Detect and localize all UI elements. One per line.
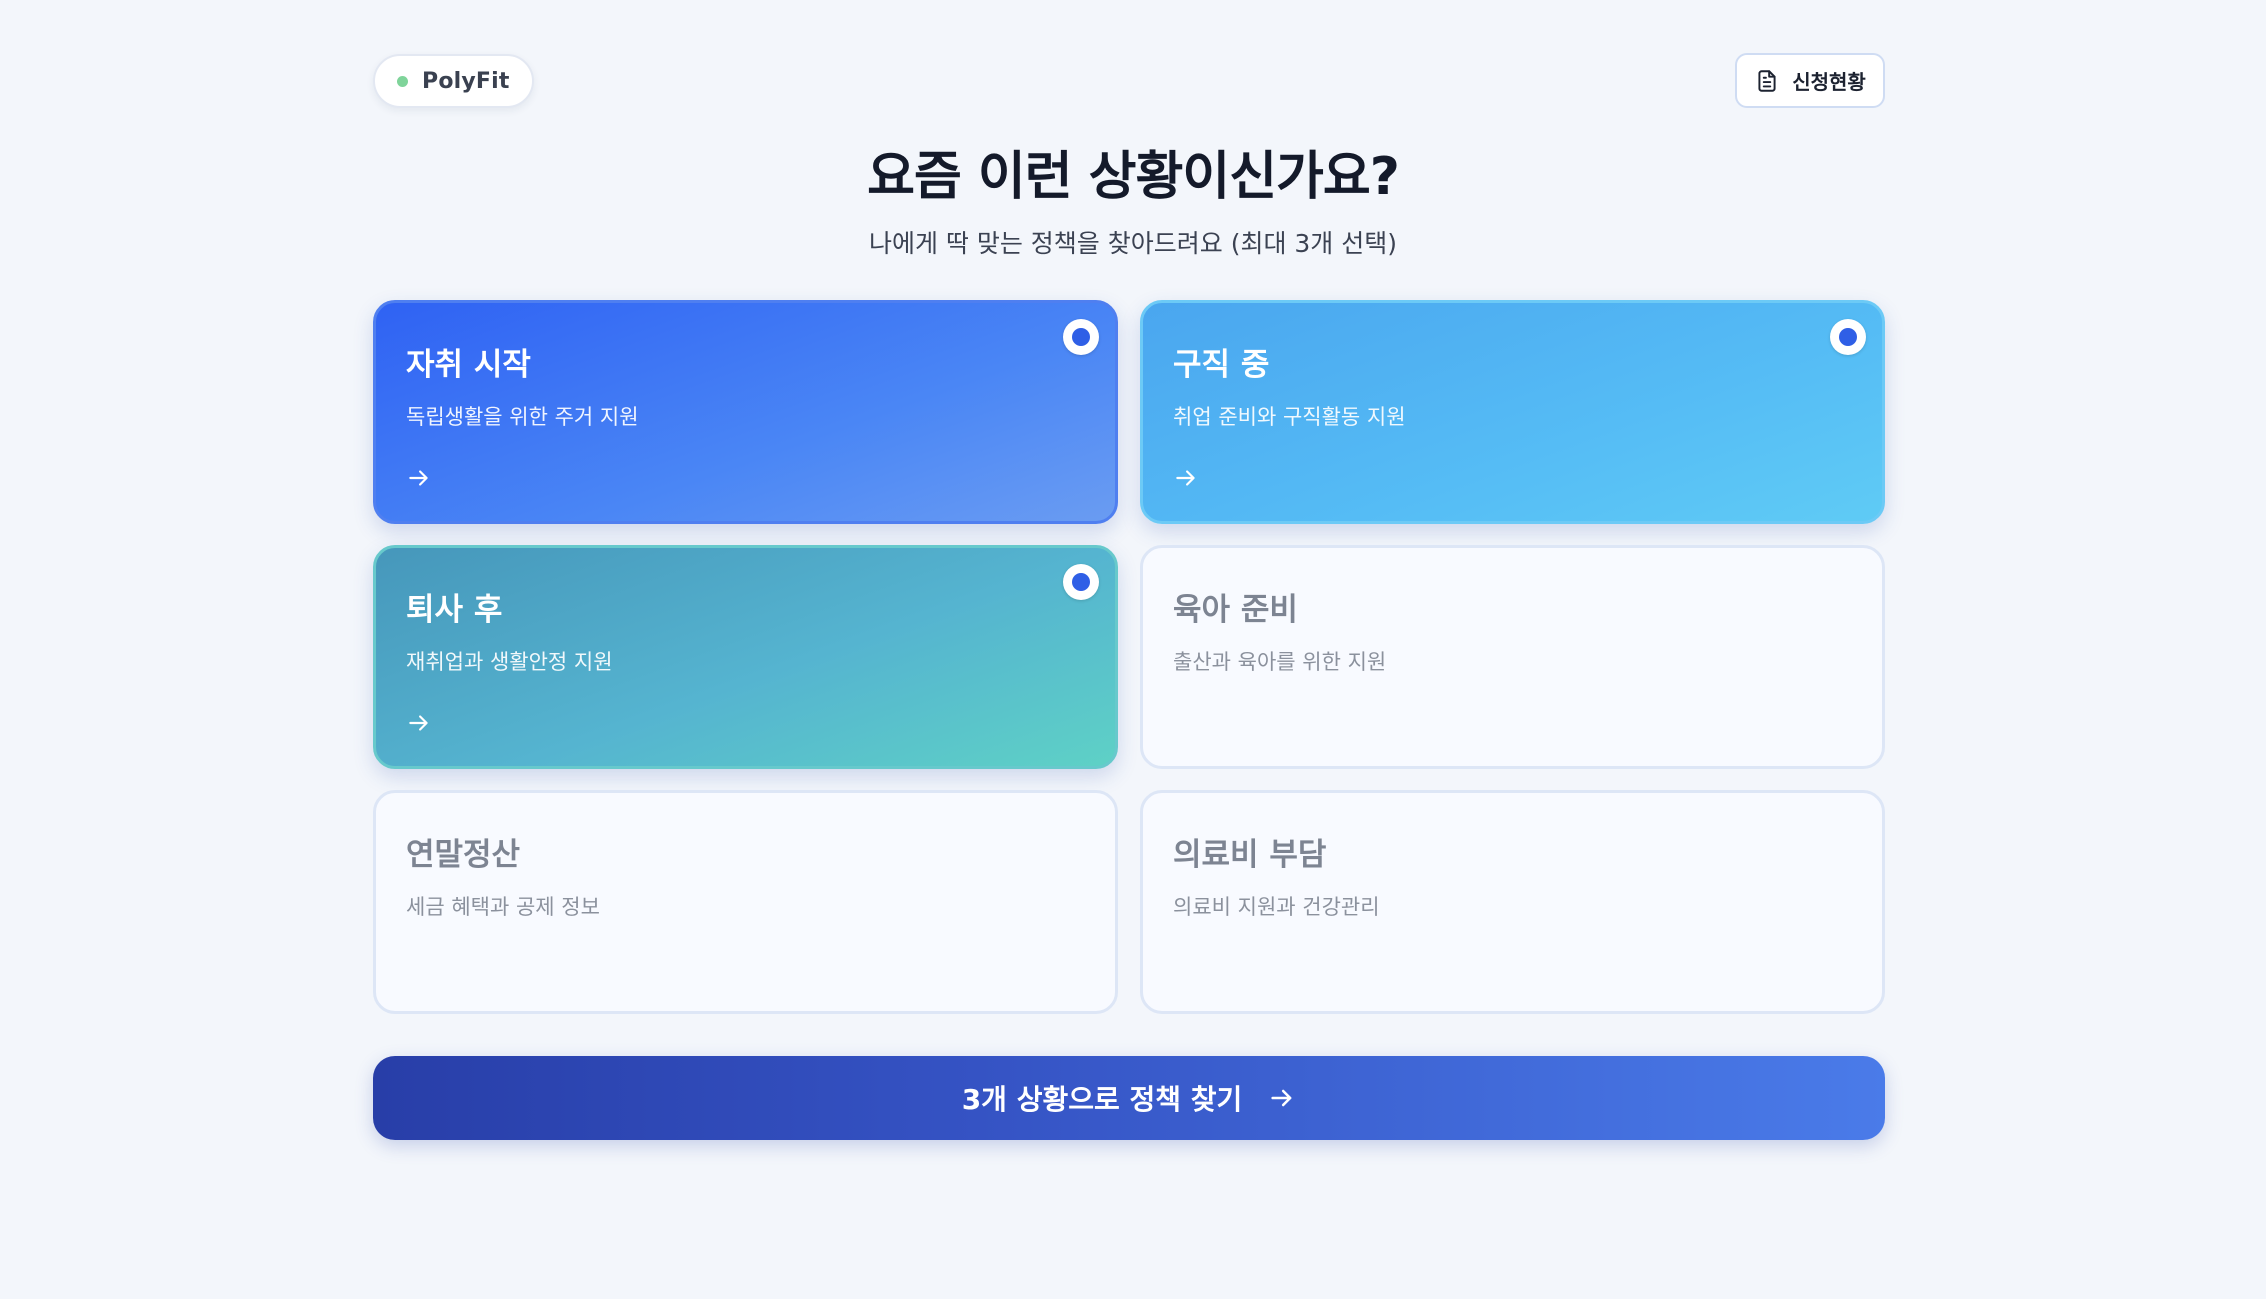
card-description: 재취업과 생활안정 지원 <box>406 650 613 674</box>
application-status-button[interactable]: 신청현황 <box>1735 53 1885 108</box>
page-subtitle: 나에게 딱 맞는 정책을 찾아드려요 (최대 3개 선택) <box>868 229 1398 258</box>
arrow-right-icon <box>1176 470 1195 486</box>
situation-card-parenting[interactable]: 육아 준비 출산과 육아를 위한 지원 <box>1140 545 1885 769</box>
situation-card-living-alone[interactable]: 자취 시작 독립생활을 위한 주거 지원 <box>373 300 1118 524</box>
situation-card-medical-costs[interactable]: 의료비 부담 의료비 지원과 건강관리 <box>1140 790 1885 1014</box>
card-description: 의료비 지원과 건강관리 <box>1173 895 1380 919</box>
card-title: 자취 시작 <box>406 347 531 383</box>
brand-logo[interactable]: PolyFit <box>373 54 534 108</box>
card-description: 출산과 육아를 위한 지원 <box>1173 650 1387 674</box>
document-icon <box>1758 69 1776 92</box>
card-description: 독립생활을 위한 주거 지원 <box>406 405 639 429</box>
card-title: 구직 중 <box>1173 347 1270 383</box>
card-title: 퇴사 후 <box>406 592 503 628</box>
arrow-right-icon <box>409 715 428 731</box>
card-title: 의료비 부담 <box>1173 837 1327 873</box>
card-description: 세금 혜택과 공제 정보 <box>406 895 600 919</box>
selected-radio-icon[interactable] <box>1063 319 1099 355</box>
situation-card-after-resignation[interactable]: 퇴사 후 재취업과 생활안정 지원 <box>373 545 1118 769</box>
situation-card-job-seeking[interactable]: 구직 중 취업 준비와 구직활동 지원 <box>1140 300 1885 524</box>
application-status-label: 신청현황 <box>1792 70 1866 94</box>
page: PolyFit 신청현황 요즘 이런 상황이신가요? 나에게 딱 맞는 정책을 … <box>0 0 2266 1299</box>
brand-name: PolyFit <box>422 68 510 94</box>
arrow-right-icon <box>1271 1089 1292 1107</box>
status-dot-icon <box>397 75 408 87</box>
card-description: 취업 준비와 구직활동 지원 <box>1173 405 1406 429</box>
card-title: 연말정산 <box>406 837 521 873</box>
find-policies-button[interactable]: 3개 상황으로 정책 찾기 <box>373 1056 1885 1140</box>
find-policies-label: 3개 상황으로 정책 찾기 <box>961 1083 1243 1116</box>
situation-card-tax-settlement[interactable]: 연말정산 세금 혜택과 공제 정보 <box>373 790 1118 1014</box>
selected-radio-icon[interactable] <box>1063 564 1099 600</box>
arrow-right-icon <box>409 470 428 486</box>
card-title: 육아 준비 <box>1173 592 1298 628</box>
page-title: 요즘 이런 상황이신가요? <box>867 147 1400 207</box>
selected-radio-icon[interactable] <box>1830 319 1866 355</box>
